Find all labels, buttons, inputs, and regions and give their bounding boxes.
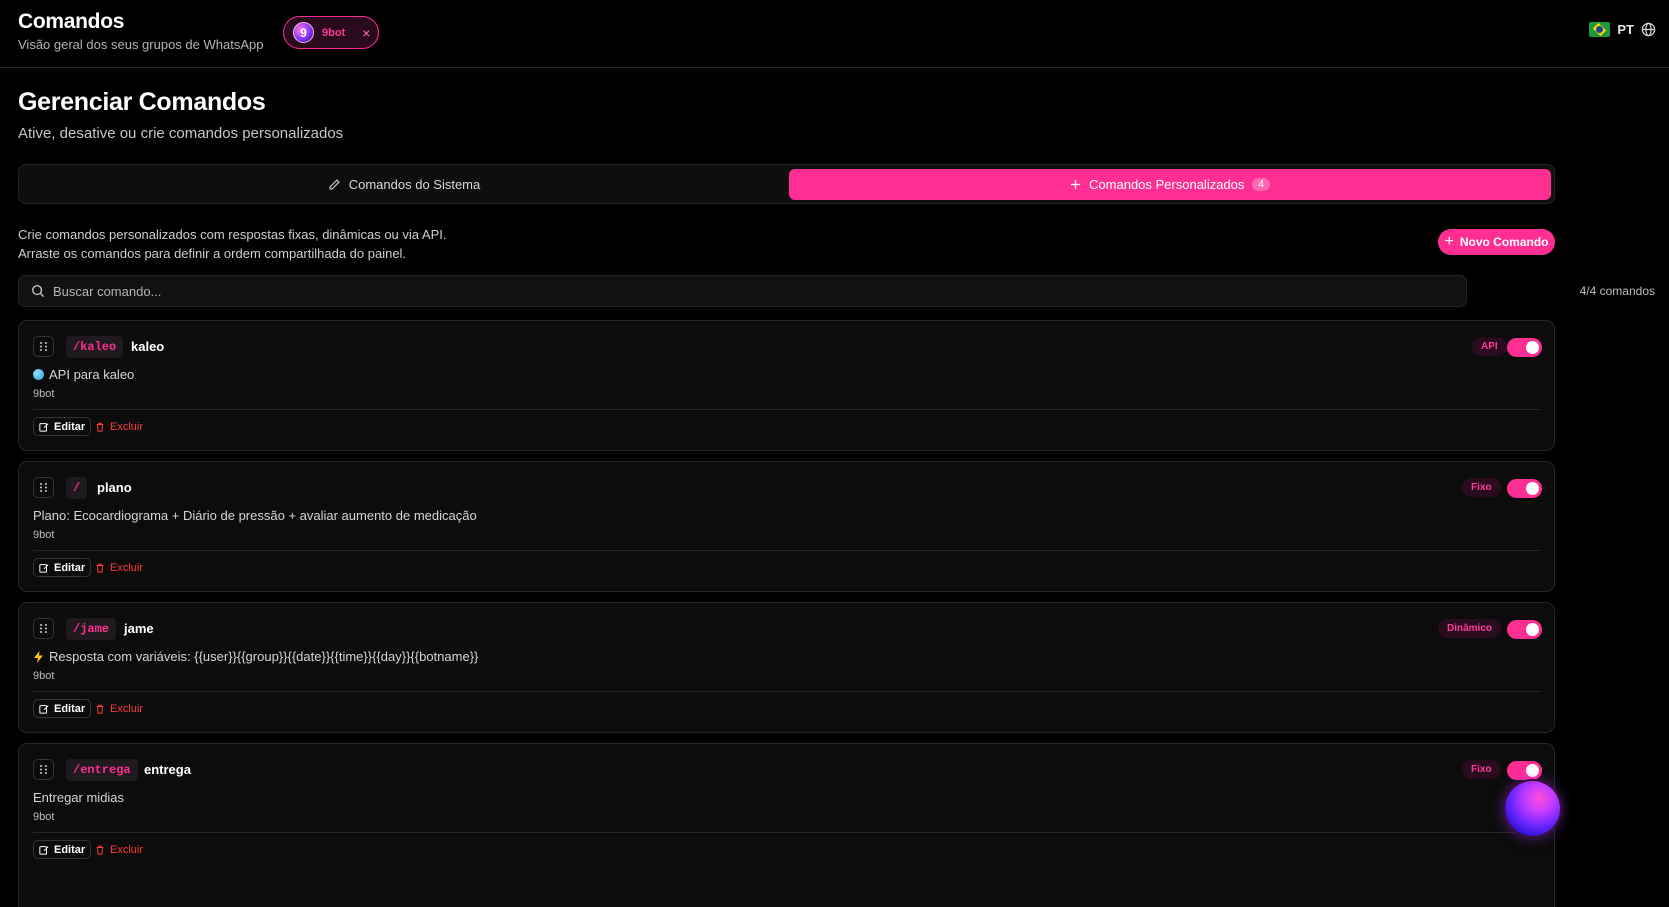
- edit-icon: [39, 422, 49, 432]
- trash-icon: [96, 422, 104, 432]
- trash-icon: [96, 845, 104, 855]
- close-icon[interactable]: ×: [362, 26, 370, 40]
- assistant-orb-button[interactable]: [1505, 781, 1560, 836]
- brazil-flag-icon: [1589, 22, 1611, 37]
- edit-button[interactable]: Editar: [33, 417, 92, 436]
- command-name: plano: [97, 480, 132, 495]
- delete-label: Excluir: [110, 843, 144, 856]
- command-response-text: API para kaleo: [49, 367, 135, 382]
- edit-label: Editar: [54, 561, 86, 574]
- app-title: Comandos: [18, 10, 125, 33]
- command-response-text: Plano: Ecocardiograma + Diário de pressã…: [33, 508, 477, 523]
- delete-button[interactable]: Excluir: [95, 418, 143, 435]
- command-response: Resposta com variáveis: {{user}}{{group}…: [33, 649, 478, 664]
- command-name: entrega: [144, 762, 191, 777]
- card-divider: [33, 832, 1541, 833]
- card-divider: [33, 550, 1541, 551]
- card-divider: [33, 409, 1541, 410]
- bot-chip-label: 9bot: [322, 26, 346, 39]
- bot-selector-chip[interactable]: 9 9bot ×: [283, 16, 379, 49]
- command-trigger: /jame: [66, 618, 117, 640]
- app-subtitle: Visão geral dos seus grupos de WhatsApp: [18, 37, 264, 52]
- tab-custom-commands[interactable]: Comandos Personalizados 4: [789, 169, 1551, 200]
- edit-icon: [39, 563, 49, 573]
- section-description: Crie comandos personalizados com respost…: [18, 225, 446, 263]
- search-icon: [32, 285, 45, 298]
- trash-icon: [96, 704, 104, 714]
- edit-label: Editar: [54, 420, 86, 433]
- command-response: Entregar midias: [33, 790, 124, 805]
- command-owner: 9bot: [33, 529, 55, 541]
- edit-label: Editar: [54, 843, 86, 856]
- description-line: Arraste os comandos para definir a ordem…: [18, 246, 407, 261]
- globe-emoji-icon: [33, 369, 44, 380]
- command-owner: 9bot: [33, 388, 55, 400]
- language-code: PT: [1617, 22, 1634, 37]
- lightning-icon: [34, 650, 43, 663]
- command-name: kaleo: [131, 339, 165, 354]
- edit-icon: [39, 704, 49, 714]
- tab-label: Comandos do Sistema: [348, 177, 481, 192]
- command-type-badge: Dinâmico: [1438, 619, 1502, 638]
- command-enabled-toggle[interactable]: [1507, 338, 1542, 357]
- description-line: Crie comandos personalizados com respost…: [18, 227, 447, 242]
- delete-label: Excluir: [110, 702, 144, 715]
- plus-icon: [1070, 179, 1081, 190]
- delete-button[interactable]: Excluir: [95, 700, 143, 717]
- top-bar: Comandos Visão geral dos seus grupos de …: [0, 0, 1669, 68]
- edit-button[interactable]: Editar: [33, 558, 92, 577]
- command-type-badge: Fixo: [1462, 478, 1501, 497]
- edit-label: Editar: [54, 702, 86, 715]
- command-trigger: /kaleo: [66, 336, 124, 358]
- tab-system-commands[interactable]: Comandos do Sistema: [23, 169, 785, 200]
- command-response: Plano: Ecocardiograma + Diário de pressã…: [33, 508, 477, 523]
- tab-label: Comandos Personalizados: [1089, 177, 1245, 192]
- command-owner: 9bot: [33, 670, 55, 682]
- command-card: / plano Fixo Plano: Ecocardiograma + Diá…: [18, 461, 1555, 592]
- command-card: /entrega entrega Fixo Entregar midias 9b…: [18, 743, 1555, 907]
- command-enabled-toggle[interactable]: [1507, 761, 1542, 780]
- drag-handle-icon[interactable]: [33, 759, 54, 780]
- command-enabled-toggle[interactable]: [1507, 620, 1542, 639]
- delete-button[interactable]: Excluir: [95, 559, 143, 576]
- bot-avatar: 9: [293, 22, 314, 43]
- command-response: API para kaleo: [33, 367, 134, 382]
- new-command-button[interactable]: + Novo Comando: [1438, 229, 1555, 255]
- card-divider: [33, 691, 1541, 692]
- edit-button[interactable]: Editar: [33, 699, 92, 718]
- drag-handle-icon[interactable]: [33, 336, 54, 357]
- command-trigger: /entrega: [66, 759, 138, 781]
- page-subtitle: Ative, desative ou crie comandos persona…: [18, 125, 344, 142]
- commands-count: 4/4 comandos: [1579, 284, 1655, 298]
- tab-count-badge: 4: [1252, 178, 1270, 191]
- command-response-text: Entregar midias: [33, 790, 125, 805]
- globe-icon: [1641, 22, 1656, 37]
- new-command-label: Novo Comando: [1459, 235, 1549, 249]
- command-trigger: /: [66, 477, 88, 499]
- delete-label: Excluir: [110, 420, 144, 433]
- command-tabs: Comandos do Sistema Comandos Personaliza…: [18, 164, 1555, 204]
- search-input[interactable]: [53, 283, 1433, 299]
- command-owner: 9bot: [33, 811, 55, 823]
- drag-handle-icon[interactable]: [33, 618, 54, 639]
- language-selector[interactable]: PT: [1589, 22, 1656, 37]
- pencil-icon: [329, 179, 340, 190]
- command-type-badge: Fixo: [1462, 760, 1501, 779]
- command-type-badge: API: [1472, 337, 1507, 356]
- page-title: Gerenciar Comandos: [18, 88, 266, 116]
- command-card: /jame jame Dinâmico Resposta com variáve…: [18, 602, 1555, 733]
- search-bar: [18, 275, 1467, 307]
- command-enabled-toggle[interactable]: [1507, 479, 1542, 498]
- command-name: jame: [124, 621, 154, 636]
- delete-label: Excluir: [110, 561, 144, 574]
- command-response-text: Resposta com variáveis: {{user}}{{group}…: [49, 649, 479, 664]
- trash-icon: [96, 563, 104, 573]
- edit-icon: [39, 845, 49, 855]
- delete-button[interactable]: Excluir: [95, 841, 143, 858]
- drag-handle-icon[interactable]: [33, 477, 54, 498]
- edit-button[interactable]: Editar: [33, 840, 92, 859]
- command-card: /kaleo kaleo API API para kaleo 9bot Edi…: [18, 320, 1555, 451]
- plus-icon: +: [1444, 233, 1454, 250]
